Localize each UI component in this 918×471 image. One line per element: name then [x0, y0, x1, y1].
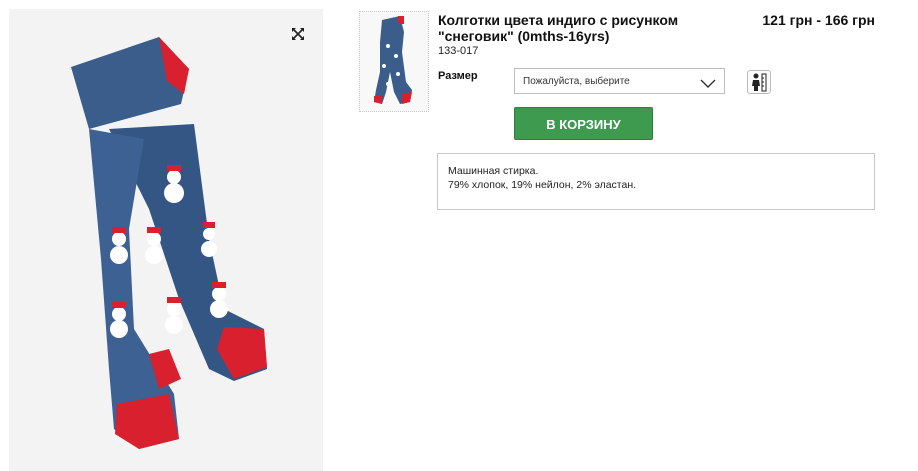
- size-select-value: Пожалуйста, выберите: [523, 76, 630, 87]
- chevron-down-icon: [700, 76, 716, 94]
- composition: 79% хлопок, 19% нейлон, 2% эластан.: [448, 179, 637, 191]
- size-label: Размер: [438, 70, 478, 82]
- product-thumbnail[interactable]: [359, 11, 429, 112]
- product-code: 133-017: [438, 45, 479, 57]
- size-select[interactable]: Пожалуйста, выберите: [514, 68, 725, 94]
- care-instructions: Машинная стирка.: [448, 165, 539, 177]
- main-product-image[interactable]: [9, 9, 323, 471]
- product-title: Колготки цвета индиго с рисунком "снегов…: [438, 12, 679, 44]
- product-description: Машинная стирка. 79% хлопок, 19% нейлон,…: [437, 153, 875, 210]
- expand-icon[interactable]: [291, 27, 305, 41]
- add-to-cart-button[interactable]: В КОРЗИНУ: [514, 107, 653, 140]
- thumbnail-tights-image: [374, 16, 412, 104]
- size-guide-icon[interactable]: [747, 70, 771, 94]
- tights-illustration: [71, 37, 267, 449]
- product-price: 121 грн - 166 грн: [762, 12, 875, 28]
